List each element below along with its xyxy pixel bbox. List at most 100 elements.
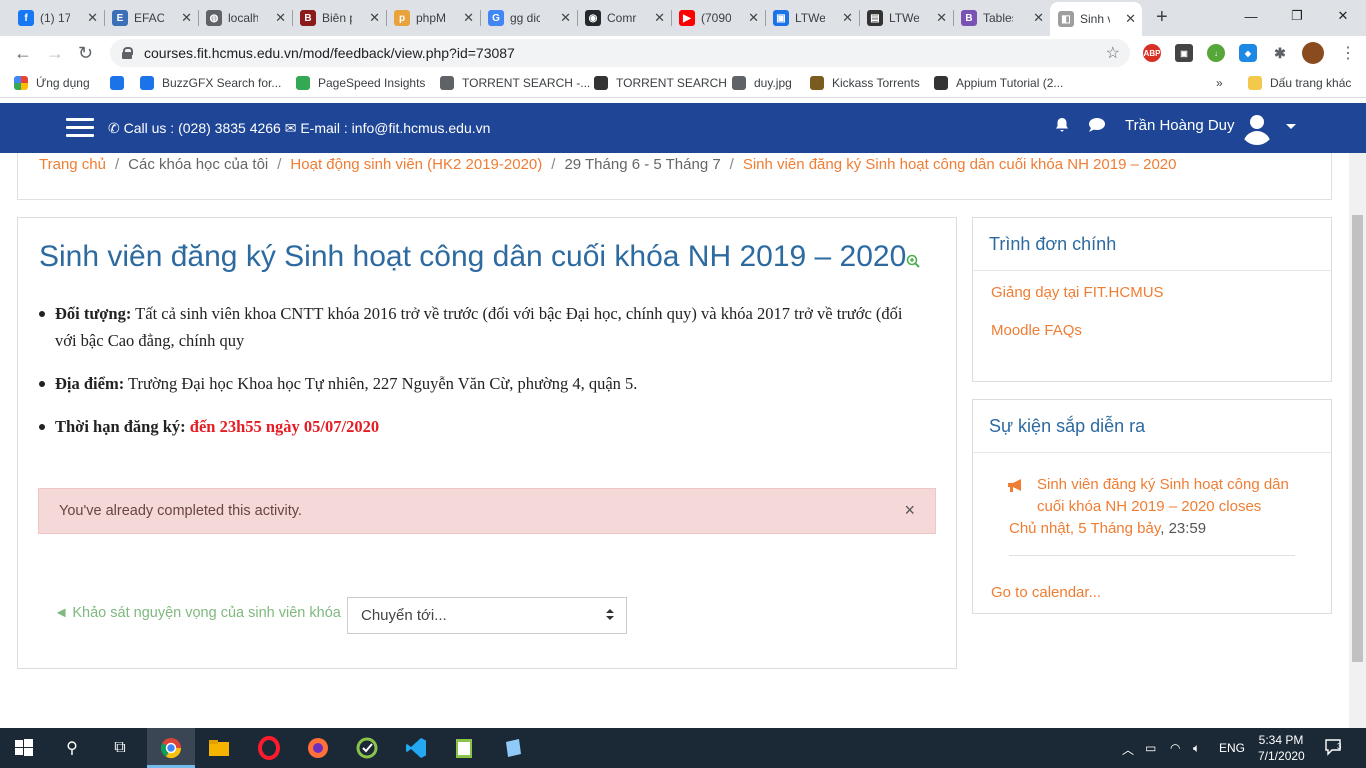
chrome-icon[interactable] (159, 736, 183, 760)
browser-tab[interactable]: p phpM ✕ (386, 4, 481, 32)
tab-close-icon[interactable]: ✕ (560, 10, 571, 26)
alert-close-icon[interactable]: × (904, 500, 915, 521)
opera-icon[interactable] (257, 736, 281, 760)
notepad-icon[interactable] (452, 736, 476, 760)
restore-button[interactable]: ❐ (1274, 0, 1320, 32)
bookmark-item[interactable]: Kickass Torrents (810, 76, 920, 90)
tab-close-icon[interactable]: ✕ (87, 10, 98, 26)
user-name[interactable]: Trần Hoàng Duy (1125, 117, 1235, 134)
forward-icon[interactable]: → (46, 43, 64, 64)
clock-time: 5:34 PM (1258, 733, 1304, 747)
browser-tab[interactable]: ◍ localh ✕ (198, 4, 293, 32)
bookmark-item[interactable]: Appium Tutorial (2... (934, 76, 1063, 90)
browser-tab[interactable]: ▣ LTWe ✕ (765, 4, 860, 32)
tab-close-icon[interactable]: ✕ (748, 10, 759, 26)
url-bar[interactable]: courses.fit.hcmus.edu.vn/mod/feedback/vi… (110, 39, 1130, 67)
action-center-icon[interactable]: 3 (1323, 737, 1343, 757)
browser-tab[interactable]: f (1) 17 ✕ (10, 4, 105, 32)
extension-cube-icon[interactable]: ▣ (1175, 44, 1193, 62)
bookmark-item[interactable]: duy.jpg (732, 76, 792, 90)
deadline-text: đến 23h55 ngày 05/07/2020 (185, 417, 380, 436)
tab-favicon-icon: p (394, 10, 410, 26)
browser-tab[interactable]: ◉ Comr ✕ (577, 4, 672, 32)
task-view-icon[interactable]: ⧉ (108, 736, 132, 760)
vscode-icon[interactable] (404, 736, 428, 760)
page-scrollbar[interactable] (1349, 153, 1366, 728)
zoom-in-icon[interactable] (906, 254, 920, 268)
file-explorer-icon[interactable] (207, 736, 231, 760)
back-icon[interactable]: ← (14, 43, 32, 64)
bookmark-favicon-icon (732, 76, 746, 90)
breadcrumb-item[interactable]: 29 Tháng 6 - 5 Tháng 7 (564, 156, 720, 173)
profile-avatar-icon[interactable] (1302, 42, 1324, 64)
browser-tab[interactable]: B Tables ✕ (953, 4, 1050, 32)
menu-item-moodle-faqs[interactable]: Moodle FAQs (991, 322, 1082, 339)
browser-tab[interactable]: ▶ (7090 ✕ (671, 4, 766, 32)
reload-icon[interactable]: ↻ (78, 43, 93, 64)
breadcrumb-item[interactable]: Sinh viên đăng ký Sinh hoạt công dân cuố… (743, 156, 1177, 173)
network-icon[interactable]: ▭ (1145, 741, 1156, 755)
other-bookmarks-folder[interactable]: Dấu trang khác (1248, 76, 1351, 90)
previous-activity-link[interactable]: ◄ Khảo sát nguyện vọng của sinh viên khó… (54, 605, 341, 621)
list-item: Thời hạn đăng ký: đến 23h55 ngày 05/07/2… (39, 413, 915, 440)
system-clock[interactable]: 5:34 PM 7/1/2020 (1258, 732, 1305, 764)
breadcrumb-item[interactable]: Hoạt động sinh viên (HK2 2019-2020) (290, 156, 542, 173)
bookmark-item[interactable] (110, 76, 132, 90)
tab-close-icon[interactable]: ✕ (1033, 10, 1044, 26)
download-extension-icon[interactable]: ↓ (1207, 44, 1225, 62)
bookmark-item[interactable]: TORRENT SEARCH (594, 76, 727, 90)
tab-close-icon[interactable]: ✕ (275, 10, 286, 26)
adblock-icon[interactable]: ABP (1143, 44, 1161, 62)
tab-close-icon[interactable]: ✕ (842, 10, 853, 26)
event-link[interactable]: Sinh viên đăng ký Sinh hoạt công dân cuố… (1037, 476, 1289, 515)
tab-close-icon[interactable]: ✕ (1125, 11, 1136, 27)
event-date-link[interactable]: Chủ nhật, 5 Tháng bảy (1009, 520, 1160, 537)
jump-to-select[interactable]: Chuyển tới... (347, 597, 627, 634)
folder-icon (1248, 76, 1262, 90)
browser-tab[interactable]: E EFAC ✕ (104, 4, 199, 32)
bookmark-item[interactable]: TORRENT SEARCH -... (440, 76, 590, 90)
menu-item-teaching[interactable]: Giảng dạy tại FIT.HCMUS (991, 284, 1164, 301)
browser-tab[interactable]: Ggg dic ✕ (480, 4, 578, 32)
tab-title: EFAC (134, 11, 164, 25)
messages-icon[interactable] (1088, 117, 1106, 133)
tab-close-icon[interactable]: ✕ (181, 10, 192, 26)
tab-close-icon[interactable]: ✕ (463, 10, 474, 26)
minimize-button[interactable]: — (1228, 0, 1274, 32)
go-to-calendar-link[interactable]: Go to calendar... (991, 584, 1101, 601)
bookmark-item[interactable]: BuzzGFX Search for... (140, 76, 281, 90)
bookmark-star-icon[interactable]: ☆ (1106, 43, 1120, 63)
browser-menu-icon[interactable]: ⋮ (1340, 43, 1356, 63)
breadcrumb-item[interactable]: Các khóa học của tôi (128, 156, 268, 173)
browser-tab[interactable]: ◧ Sinh v ✕ (1050, 2, 1142, 36)
user-avatar[interactable] (1240, 111, 1274, 145)
close-window-button[interactable]: ✕ (1320, 0, 1366, 32)
app-green-icon[interactable] (355, 736, 379, 760)
search-icon[interactable]: ⚲ (60, 736, 84, 760)
volume-icon[interactable]: 🔈︎ (1193, 741, 1200, 756)
bookmark-item[interactable]: PageSpeed Insights (296, 76, 425, 90)
input-language[interactable]: ENG (1219, 741, 1245, 755)
browser-tab[interactable]: B Biên p ✕ (292, 4, 387, 32)
wifi-icon[interactable]: ◠ (1170, 741, 1180, 755)
tab-favicon-icon: f (18, 10, 34, 26)
notification-bell-icon[interactable] (1054, 117, 1070, 133)
firefox-icon[interactable] (306, 736, 330, 760)
tab-close-icon[interactable]: ✕ (654, 10, 665, 26)
breadcrumb-item[interactable]: Trang chủ (39, 156, 106, 173)
windows-start-icon[interactable] (12, 736, 36, 760)
scrollbar-thumb[interactable] (1352, 215, 1363, 662)
user-menu-caret-icon[interactable] (1286, 124, 1296, 129)
tab-close-icon[interactable]: ✕ (936, 10, 947, 26)
phone-icon: ✆ (108, 120, 124, 136)
bookmark-item[interactable]: Ứng dụng (14, 76, 90, 90)
tab-close-icon[interactable]: ✕ (369, 10, 380, 26)
app-book-icon[interactable] (501, 736, 525, 760)
extension-blue-icon[interactable]: ◆ (1239, 44, 1257, 62)
extensions-puzzle-icon[interactable]: ✱ (1271, 44, 1289, 62)
menu-toggle-icon[interactable] (66, 118, 94, 138)
browser-tab[interactable]: ▤ LTWe ✕ (859, 4, 954, 32)
new-tab-button[interactable]: + (1156, 6, 1168, 29)
bookmarks-overflow-icon[interactable]: » (1216, 76, 1223, 90)
tray-expand-icon[interactable]: ︿ (1122, 741, 1134, 758)
